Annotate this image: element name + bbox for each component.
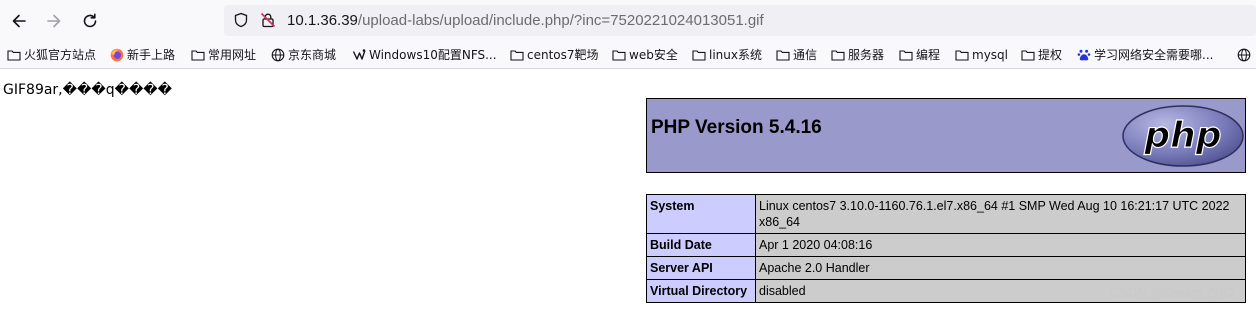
bookmark-item[interactable]: linux系统 — [692, 47, 762, 63]
row-key: Server API — [646, 256, 756, 280]
bookmark-item[interactable]: web安全 — [612, 47, 678, 63]
bookmark-item[interactable] — [1237, 47, 1254, 63]
bookmark-label: 学习网络安全需要哪... — [1094, 48, 1214, 62]
reload-icon — [83, 13, 97, 28]
shield-icon[interactable] — [233, 12, 249, 28]
address-bar[interactable]: 10.1.36.39/upload-labs/upload/include.ph… — [224, 5, 1256, 36]
row-value: Apache 2.0 Handler — [755, 256, 1246, 280]
bookmark-item[interactable]: centos7靶场 — [510, 47, 599, 63]
bookmark-label: 提权 — [1038, 48, 1063, 62]
row-value: Apr 1 2020 04:08:16 — [755, 233, 1246, 257]
folder-icon — [1021, 50, 1035, 61]
bookmark-item[interactable]: 提权 — [1021, 47, 1062, 63]
bookmark-label: 京东商城 — [288, 48, 337, 62]
row-value: Linux centos7 3.10.0-1160.76.1.el7.x86_6… — [755, 194, 1246, 234]
folder-icon — [776, 50, 790, 61]
reload-button[interactable] — [77, 8, 103, 34]
baidu-icon — [1077, 49, 1091, 61]
forward-arrow-icon — [47, 14, 61, 28]
bookmark-label: 常用网址 — [208, 48, 257, 62]
bookmark-label: linux系统 — [709, 48, 762, 62]
url-host: 10.1.36.39 — [287, 12, 358, 29]
row-key: Virtual Directory — [646, 279, 756, 303]
firefox-icon — [110, 48, 124, 62]
folder-icon — [955, 50, 969, 61]
bookmark-label: 通信 — [793, 48, 818, 62]
bookmark-item[interactable]: 学习网络安全需要哪... — [1077, 47, 1213, 63]
php-logo-text: php — [1143, 115, 1221, 156]
bookmark-item[interactable]: 火狐官方站点 — [7, 47, 96, 63]
bookmark-logo-icon — [352, 49, 366, 60]
bookmark-label: 服务器 — [848, 48, 885, 62]
forward-button[interactable] — [41, 8, 67, 34]
row-key: System — [646, 194, 756, 234]
bookmark-item[interactable]: 常用网址 — [191, 47, 256, 63]
folder-icon — [692, 50, 706, 61]
bookmark-item[interactable]: 服务器 — [831, 47, 884, 63]
table-row: Server API Apache 2.0 Handler — [646, 256, 1246, 280]
bookmark-label: 火狐官方站点 — [24, 48, 97, 62]
bookmark-label: 新手上路 — [127, 48, 176, 62]
php-logo-icon: php — [1122, 105, 1244, 167]
folder-icon — [899, 50, 913, 61]
folder-icon — [612, 50, 626, 61]
back-arrow-icon — [12, 14, 26, 28]
folder-icon — [7, 50, 21, 61]
folder-icon — [510, 50, 524, 61]
watermark: CSDN @Dream ZHO — [1110, 285, 1234, 300]
bookmark-item[interactable]: 通信 — [776, 47, 817, 63]
bookmark-item[interactable]: 编程 — [899, 47, 940, 63]
bookmarks-toolbar: 火狐官方站点 新手上路 常用网址 京东商城 Windows10配置NFS... … — [0, 41, 1256, 69]
back-button[interactable] — [6, 8, 32, 34]
bookmark-label: centos7靶场 — [527, 48, 599, 62]
row-key: Build Date — [646, 233, 756, 257]
bookmark-item[interactable]: Windows10配置NFS... — [352, 47, 497, 63]
folder-icon — [831, 50, 845, 61]
url-text[interactable]: 10.1.36.39/upload-labs/upload/include.ph… — [287, 12, 764, 29]
gif-header-text: GIF89ar,���q���� — [3, 82, 173, 98]
table-row: System Linux centos7 3.10.0-1160.76.1.el… — [646, 194, 1246, 234]
php-version-title: PHP Version 5.4.16 — [651, 117, 822, 138]
globe-icon — [271, 48, 285, 62]
bookmark-label: 编程 — [916, 48, 941, 62]
navigation-toolbar: 10.1.36.39/upload-labs/upload/include.ph… — [0, 0, 1256, 41]
bookmark-item[interactable]: 京东商城 — [271, 47, 336, 63]
table-row: Build Date Apr 1 2020 04:08:16 — [646, 233, 1246, 257]
insecure-lock-icon[interactable] — [260, 12, 276, 28]
bookmark-label: Windows10配置NFS... — [369, 48, 497, 62]
phpinfo-header: PHP Version 5.4.16 php — [646, 98, 1246, 173]
bookmark-item[interactable]: mysql — [955, 47, 1008, 63]
globe-icon — [1237, 48, 1251, 62]
bookmark-label: mysql — [972, 48, 1008, 62]
bookmark-item[interactable]: 新手上路 — [110, 47, 175, 63]
bookmark-label: web安全 — [629, 48, 678, 62]
url-path: /upload-labs/upload/include.php/?inc=752… — [357, 12, 764, 29]
folder-icon — [191, 50, 205, 61]
